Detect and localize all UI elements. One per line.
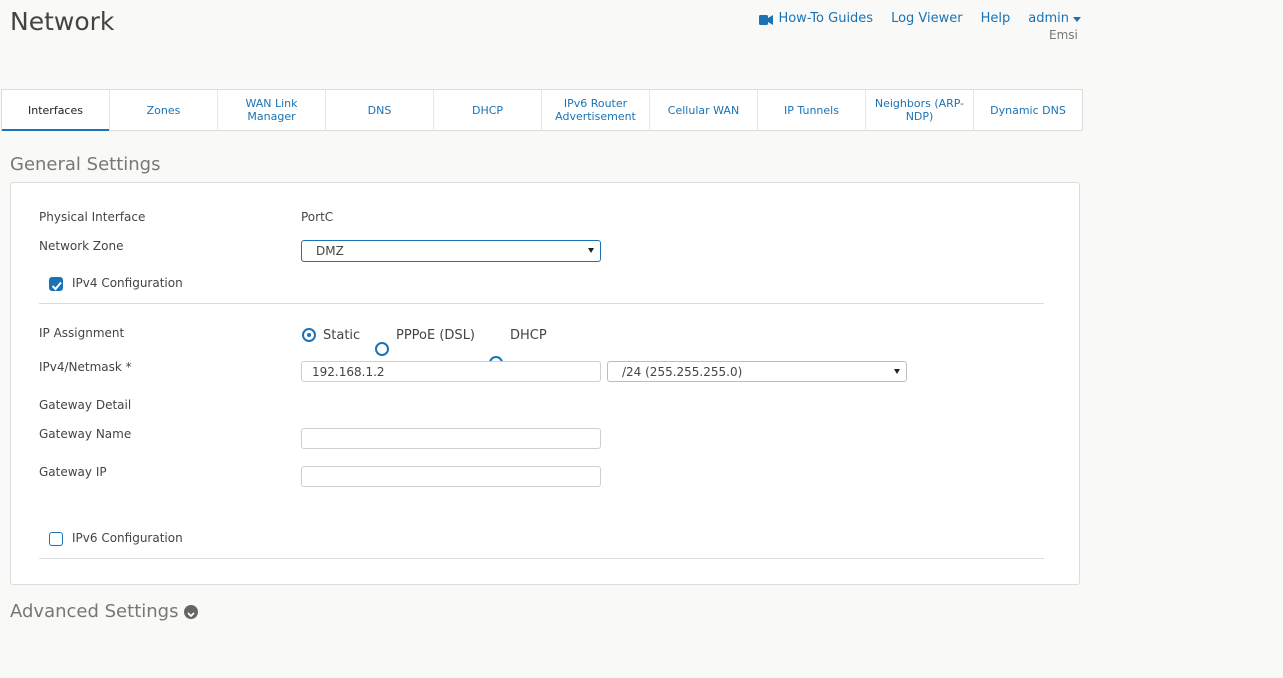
tab-cellular-wan[interactable]: Cellular WAN [650,90,758,130]
user-name: admin [1028,11,1069,26]
tab-zones[interactable]: Zones [110,90,218,130]
tab-interfaces[interactable]: Interfaces [2,90,110,131]
dropdown-caret-icon [894,369,900,374]
checkmark-icon [51,281,62,291]
radio-static-label: Static [323,328,361,343]
video-camera-icon [759,14,774,25]
gateway-detail-label: Gateway Detail [39,398,132,412]
chevron-down-circle-icon [184,604,199,619]
network-zone-select[interactable]: DMZ [301,240,601,262]
gateway-ip-label: Gateway IP [39,465,107,479]
log-viewer-link[interactable]: Log Viewer [891,11,963,26]
network-zone-label: Network Zone [39,239,124,253]
user-sub-label: Emsi [1049,28,1078,42]
ip-assignment-label: IP Assignment [39,326,125,340]
netmask-select[interactable]: /24 (255.255.255.0) [607,361,907,382]
help-link[interactable]: Help [981,11,1011,26]
how-to-guides-link[interactable]: How-To Guides [759,11,873,26]
ipv6-divider [39,558,1044,559]
page-title: Network [10,7,115,36]
chevron-down-icon [1073,16,1081,22]
how-to-guides-label: How-To Guides [778,11,874,26]
radio-pppoe[interactable] [375,342,389,356]
tab-neighbors[interactable]: Neighbors (ARP-NDP) [866,90,974,130]
ipv4-address-value: 192.168.1.2 [312,364,385,379]
tab-dynamic-dns[interactable]: Dynamic DNS [974,90,1082,130]
physical-interface-label: Physical Interface [39,210,146,224]
ipv4-address-input[interactable]: 192.168.1.2 [301,361,601,382]
general-settings-title: General Settings [10,154,161,175]
netmask-value: /24 (255.255.255.0) [622,364,743,379]
top-links: How-To Guides Log Viewer Help admin [759,11,1081,26]
user-menu[interactable]: admin [1028,11,1081,26]
tab-dhcp[interactable]: DHCP [434,90,542,130]
network-zone-value: DMZ [316,244,344,258]
radio-static[interactable] [302,328,316,342]
gateway-name-input[interactable] [301,428,601,449]
radio-pppoe-label: PPPoE (DSL) [396,328,476,343]
ipv4-configuration-checkbox[interactable] [49,277,63,291]
ipv4-configuration-label: IPv4 Configuration [72,276,183,290]
physical-interface-value: PortC [301,210,334,224]
tab-wan-link-manager[interactable]: WAN Link Manager [218,90,326,130]
radio-dhcp-label: DHCP [510,328,547,343]
advanced-settings-title: Advanced Settings [10,601,179,622]
gateway-name-label: Gateway Name [39,427,132,441]
ipv4-netmask-label: IPv4/Netmask * [39,360,132,374]
gateway-ip-input[interactable] [301,466,601,487]
dropdown-caret-icon [588,248,594,253]
advanced-settings-toggle[interactable]: Advanced Settings [10,601,199,622]
ipv4-divider [39,303,1044,304]
tab-ip-tunnels[interactable]: IP Tunnels [758,90,866,130]
tab-bar: Interfaces Zones WAN Link Manager DNS DH… [1,89,1083,131]
tab-ipv6-router-advertisement[interactable]: IPv6 Router Advertisement [542,90,650,130]
ipv6-configuration-label: IPv6 Configuration [72,531,183,545]
ipv6-configuration-checkbox[interactable] [49,532,63,546]
tab-dns[interactable]: DNS [326,90,434,130]
